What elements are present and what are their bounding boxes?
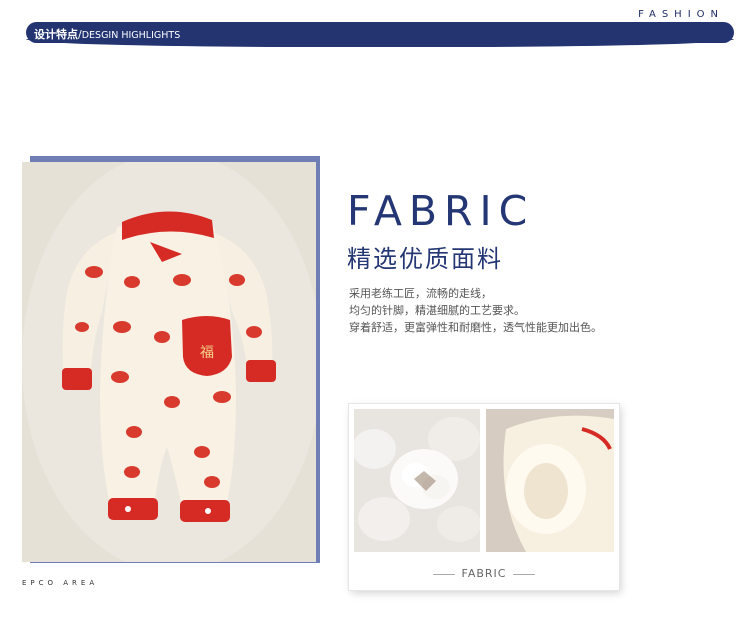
fabric-lining-photo: [486, 409, 614, 552]
header-title-cn: 设计特点: [34, 28, 78, 41]
svg-text:福: 福: [200, 345, 214, 361]
section-description: 采用老练工匠，流畅的走线， 均匀的针脚，精湛细腻的工艺要求。 穿着舒适，更富弹性…: [349, 285, 602, 336]
photo-caption: EPCO AREA: [22, 579, 99, 587]
fabric-caption: FABRIC: [349, 567, 619, 580]
header-title: 设计特点/DESGIN HIGHLIGHTS: [34, 26, 180, 42]
description-line: 均匀的针脚，精湛细腻的工艺要求。: [349, 304, 525, 317]
section-subtitle: 精选优质面料: [347, 245, 503, 273]
section-title: FABRIC: [347, 187, 535, 235]
cotton-photo: [354, 409, 480, 552]
header-title-en: DESGIN HIGHLIGHTS: [81, 30, 181, 41]
product-photo-romper: 福: [22, 162, 316, 562]
fabric-caption-text: FABRIC: [461, 567, 507, 580]
caption-divider-right: [513, 573, 536, 575]
description-line: 采用老练工匠，流畅的走线，: [349, 287, 492, 300]
description-line: 穿着舒适，更富弹性和耐磨性，透气性能更加出色。: [349, 321, 602, 334]
fashion-label: FASHION: [638, 9, 724, 20]
caption-divider-left: [432, 573, 455, 575]
